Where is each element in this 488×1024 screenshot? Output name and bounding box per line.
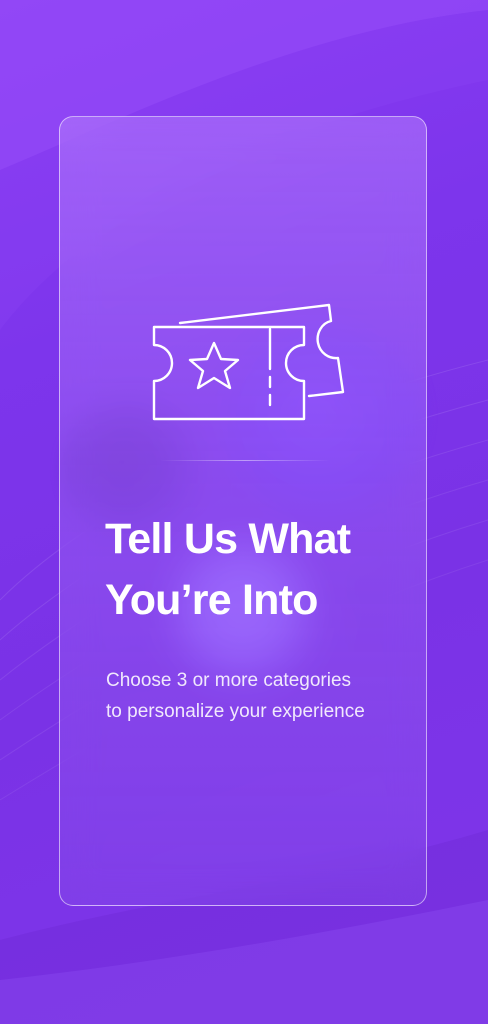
onboarding-card: Tell Us What You’re Into Choose 3 or more… xyxy=(59,116,427,906)
title-line-2: You’re Into xyxy=(105,576,318,624)
page-title: Tell Us What You’re Into xyxy=(105,509,405,631)
subtitle-line-1: Choose 3 or more categories xyxy=(106,670,352,691)
subtitle-line-2: to personalize your experience xyxy=(106,701,365,722)
page-subtitle: Choose 3 or more categories to personaliz… xyxy=(106,665,406,727)
divider xyxy=(160,460,330,461)
ticket-star-icon xyxy=(152,303,345,421)
title-line-1: Tell Us What xyxy=(105,515,351,563)
